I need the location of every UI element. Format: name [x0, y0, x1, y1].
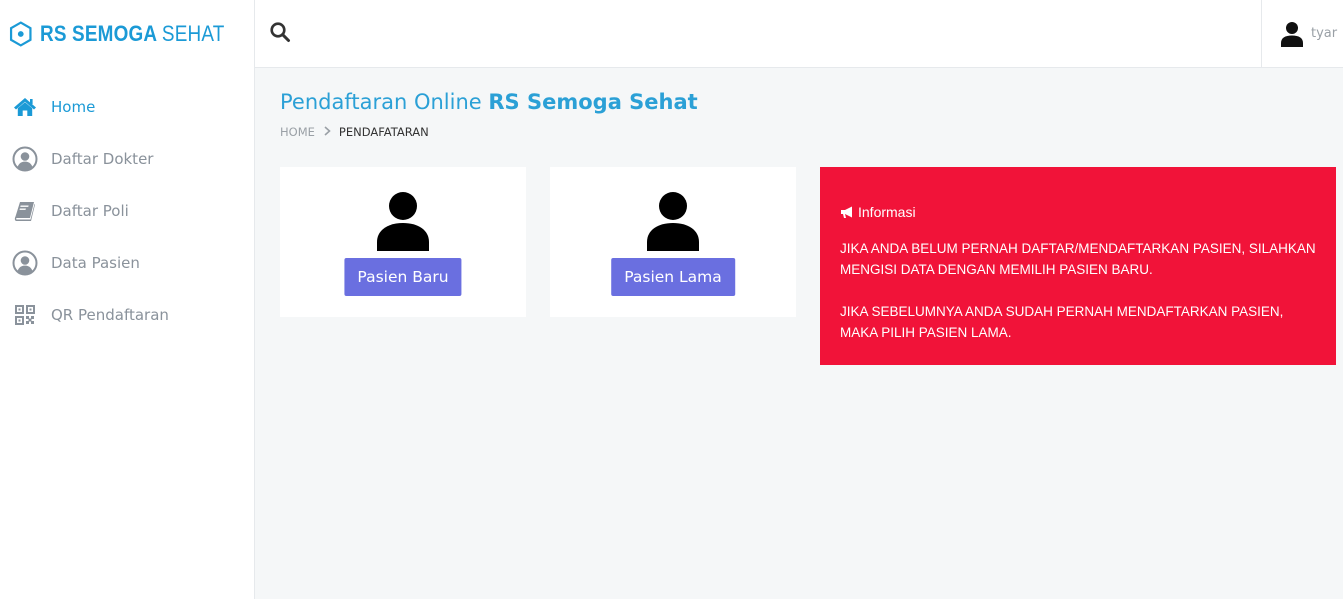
user-name: tyar: [1311, 26, 1338, 41]
sidebar-item-home[interactable]: Home: [0, 81, 254, 133]
sidebar-item-label: QR Pendaftaran: [51, 306, 169, 324]
bullhorn-icon: [841, 206, 852, 218]
info-paragraph: JIKA SEBELUMNYA ANDA SUDAH PERNAH MENDAF…: [840, 304, 1284, 340]
info-title: Informasi: [858, 204, 916, 220]
user-icon: [377, 192, 429, 251]
user-menu[interactable]: tyar: [1261, 0, 1343, 67]
sidebar-item-label: Daftar Dokter: [51, 150, 154, 168]
hexagon-logo-icon: [9, 20, 32, 47]
sidebar-item-daftar-dokter[interactable]: Daftar Dokter: [0, 133, 254, 185]
breadcrumb: HOME PENDAFATARAN: [280, 125, 429, 139]
sidebar-nav: Home Daftar Dokter Daftar Poli Data Pasi…: [0, 81, 254, 341]
sidebar-item-data-pasien[interactable]: Data Pasien: [0, 237, 254, 289]
search-icon[interactable]: [269, 21, 291, 43]
user-icon: [1281, 21, 1303, 47]
pasien-lama-button[interactable]: Pasien Lama: [611, 258, 735, 296]
sidebar-item-qr-pendaftaran[interactable]: QR Pendaftaran: [0, 289, 254, 341]
sidebar-item-label: Data Pasien: [51, 254, 140, 272]
user-circle-icon: [12, 146, 38, 172]
book-icon: [12, 198, 38, 224]
brand-logo-link[interactable]: RS SEMOGA SEHAT: [0, 0, 254, 67]
user-circle-icon: [12, 250, 38, 276]
info-paragraph: JIKA ANDA BELUM PERNAH DAFTAR/MENDAFTARK…: [840, 241, 1316, 277]
sidebar: RS SEMOGA SEHAT Home Daftar Dokter Dafta…: [0, 0, 255, 599]
sidebar-item-label: Daftar Poli: [51, 202, 129, 220]
sidebar-item-daftar-poli[interactable]: Daftar Poli: [0, 185, 254, 237]
pasien-baru-card: Pasien Baru: [280, 167, 526, 317]
user-icon: [647, 192, 699, 251]
home-icon: [12, 94, 38, 120]
pasien-lama-card: Pasien Lama: [550, 167, 796, 317]
info-panel: Informasi JIKA ANDA BELUM PERNAH DAFTAR/…: [820, 167, 1336, 365]
chevron-right-icon: [324, 125, 331, 139]
pasien-baru-button[interactable]: Pasien Baru: [344, 258, 462, 296]
breadcrumb-home-link[interactable]: HOME: [280, 125, 315, 139]
qrcode-icon: [12, 302, 38, 328]
brand-name: RS SEMOGA SEHAT: [39, 20, 224, 46]
topbar: tyar: [255, 0, 1343, 68]
breadcrumb-current: PENDAFATARAN: [338, 125, 429, 139]
info-heading: Informasi: [840, 204, 1316, 220]
sidebar-item-label: Home: [51, 98, 96, 116]
page-title: Pendaftaran Online RS Semoga Sehat: [280, 90, 698, 114]
